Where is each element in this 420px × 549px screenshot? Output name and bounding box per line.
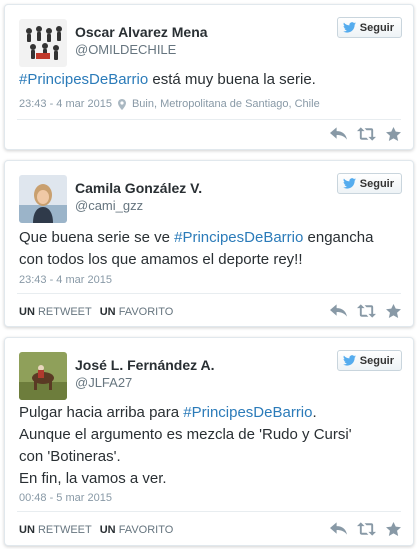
location-pin-icon: [118, 99, 126, 110]
retweet-icon[interactable]: [357, 127, 376, 141]
tweet-card: Camila González V. @cami_gzz Seguir Que …: [4, 160, 414, 327]
tweet-line: Que buena serie se ve #PrincipesDeBarrio…: [19, 227, 373, 249]
retweet-count[interactable]: UN RETWEET: [19, 306, 92, 318]
retweet-count-label: RETWEET: [37, 524, 92, 536]
tweet-line: con 'Botineras'.: [19, 448, 121, 465]
tweet-meta: 23:43 - 4 mar 2015 Buin, Metropolitana d…: [19, 98, 320, 110]
tweet-text: Que buena serie se ve #PrincipesDeBarrio…: [19, 227, 373, 271]
retweet-icon[interactable]: [357, 522, 376, 536]
tweet-text: #PrincipesDeBarrio está muy buena la ser…: [19, 69, 316, 91]
tweet-text-segment: está muy buena la serie.: [148, 71, 316, 88]
star-icon[interactable]: [386, 304, 401, 318]
avatar[interactable]: [19, 175, 67, 223]
tweet-text-segment: Pulgar hacia arriba para: [19, 404, 184, 421]
timestamp[interactable]: 23:43 - 4 mar 2015: [19, 274, 112, 286]
favorite-count-value: UN: [99, 306, 116, 318]
timestamp[interactable]: 23:43 - 4 mar 2015: [19, 98, 112, 110]
favorite-count-label: FAVORITO: [118, 306, 174, 318]
retweet-count-label: RETWEET: [37, 306, 92, 318]
location[interactable]: Buin, Metropolitana de Santiago, Chile: [132, 98, 320, 110]
tweet-text-segment: .: [312, 404, 317, 421]
tweet-line: con todos los que amamos el deporte rey!…: [19, 251, 303, 268]
follow-button[interactable]: Seguir: [336, 17, 402, 38]
follow-label: Seguir: [359, 21, 394, 34]
divider: [17, 511, 401, 512]
favorite-count-value: UN: [99, 524, 116, 536]
favorite-count[interactable]: UN FAVORITO: [100, 306, 174, 318]
user-name[interactable]: Camila González V.: [75, 180, 202, 196]
user-name[interactable]: José L. Fernández A.: [75, 357, 215, 373]
tweet-card: José L. Fernández A. @JLFA27 Seguir Pulg…: [4, 337, 414, 546]
hashtag-link[interactable]: #PrincipesDeBarrio: [183, 404, 312, 421]
follow-button[interactable]: Seguir: [336, 350, 402, 371]
star-icon[interactable]: [386, 522, 401, 536]
reply-icon[interactable]: [330, 304, 347, 318]
divider: [17, 119, 401, 120]
twitter-bird-icon: [343, 178, 356, 189]
tweet-text: Pulgar hacia arriba para #PrincipesDeBar…: [19, 402, 352, 490]
tweet-text-segment: engancha: [303, 229, 374, 246]
user-name[interactable]: Oscar Alvarez Mena: [75, 24, 208, 40]
reply-icon[interactable]: [330, 522, 347, 536]
hashtag-link[interactable]: #PrincipesDeBarrio: [174, 229, 303, 246]
tweet-text-segment: Que buena serie se ve: [19, 229, 175, 246]
tweet-stats: UN RETWEET UN FAVORITO: [19, 306, 173, 318]
retweet-icon[interactable]: [357, 304, 376, 318]
user-handle[interactable]: @OMILDECHILE: [75, 42, 176, 57]
twitter-bird-icon: [343, 22, 356, 33]
star-icon[interactable]: [386, 127, 401, 141]
twitter-bird-icon: [343, 355, 356, 366]
retweet-count-value: UN: [19, 306, 35, 318]
user-handle[interactable]: @cami_gzz: [75, 198, 143, 213]
timestamp[interactable]: 00:48 - 5 mar 2015: [19, 492, 112, 504]
reply-icon[interactable]: [330, 127, 347, 141]
tweet-meta: 00:48 - 5 mar 2015: [19, 492, 112, 504]
follow-label: Seguir: [359, 354, 394, 367]
tweet-card: Oscar Alvarez Mena @OMILDECHILE Seguir #…: [4, 4, 414, 150]
follow-button[interactable]: Seguir: [336, 173, 402, 194]
favorite-count-label: FAVORITO: [118, 524, 174, 536]
retweet-count[interactable]: UN RETWEET: [19, 524, 92, 536]
tweet-meta: 23:43 - 4 mar 2015: [19, 274, 112, 286]
avatar[interactable]: [19, 352, 67, 400]
divider: [17, 293, 401, 294]
tweet-actions: [330, 127, 401, 141]
follow-label: Seguir: [359, 177, 394, 190]
hashtag-link[interactable]: #PrincipesDeBarrio: [19, 71, 148, 88]
tweet-line: En fin, la vamos a ver.: [19, 470, 167, 487]
tweet-stats: UN RETWEET UN FAVORITO: [19, 524, 173, 536]
favorite-count[interactable]: UN FAVORITO: [100, 524, 174, 536]
retweet-count-value: UN: [19, 524, 35, 536]
tweet-line: Pulgar hacia arriba para #PrincipesDeBar…: [19, 402, 352, 424]
user-handle[interactable]: @JLFA27: [75, 375, 132, 390]
tweet-actions: [330, 304, 401, 318]
tweet-actions: [330, 522, 401, 536]
tweet-line: Aunque el argumento es mezcla de 'Rudo y…: [19, 426, 352, 443]
avatar[interactable]: [19, 19, 67, 67]
